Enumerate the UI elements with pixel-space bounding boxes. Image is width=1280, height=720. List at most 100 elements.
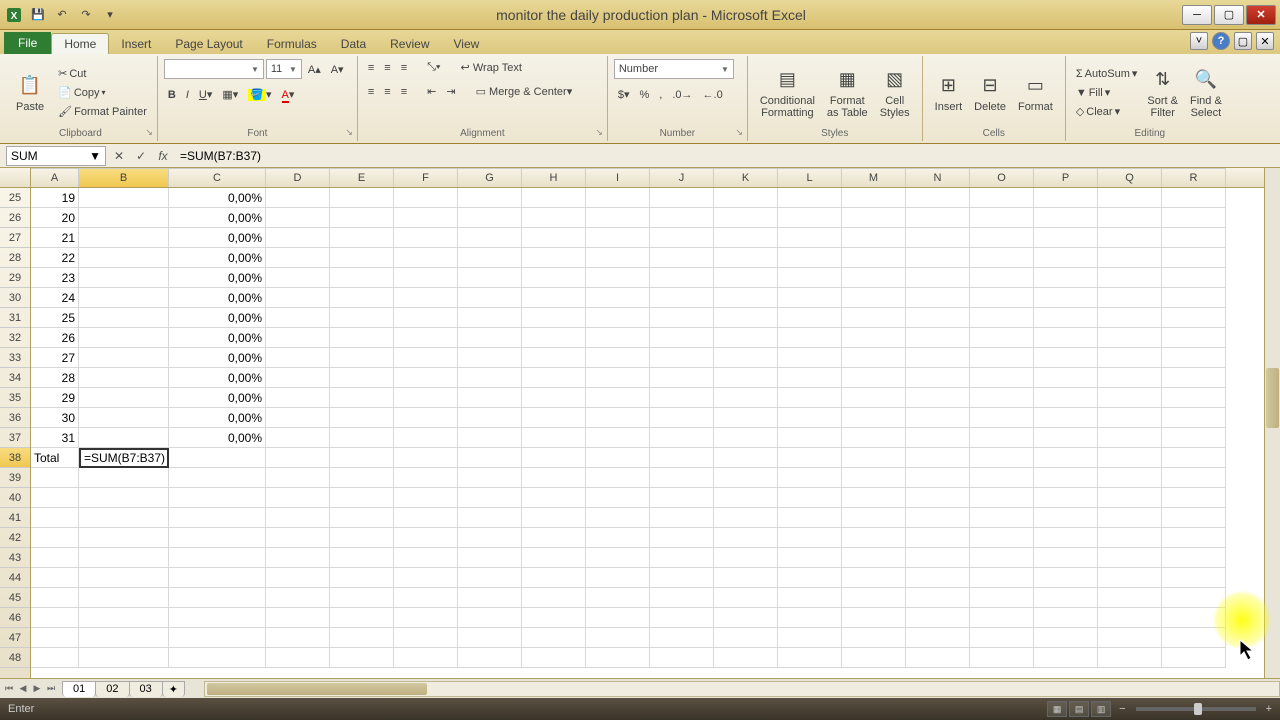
cell[interactable] — [970, 228, 1034, 248]
cell[interactable] — [842, 488, 906, 508]
align-top-button[interactable]: ≡ — [364, 60, 378, 76]
zoom-out-button[interactable]: − — [1119, 703, 1125, 715]
cell[interactable] — [522, 288, 586, 308]
cell[interactable] — [842, 368, 906, 388]
cell[interactable] — [714, 368, 778, 388]
cells-area[interactable]: 190,00%200,00%210,00%220,00%230,00%240,0… — [31, 188, 1264, 678]
cell[interactable] — [1162, 388, 1226, 408]
cell[interactable] — [330, 348, 394, 368]
cell[interactable] — [394, 208, 458, 228]
cell[interactable] — [522, 348, 586, 368]
cell[interactable] — [1034, 268, 1098, 288]
cell[interactable] — [1034, 508, 1098, 528]
cell[interactable] — [330, 328, 394, 348]
col-header-E[interactable]: E — [330, 168, 394, 187]
row-header-39[interactable]: 39 — [0, 468, 30, 488]
cell[interactable] — [79, 428, 169, 448]
cell[interactable] — [650, 248, 714, 268]
cell[interactable] — [394, 488, 458, 508]
new-sheet-button[interactable]: ✦ — [162, 681, 185, 697]
cell[interactable] — [1098, 208, 1162, 228]
tab-formulas[interactable]: Formulas — [255, 34, 329, 54]
cell[interactable] — [586, 368, 650, 388]
cell[interactable] — [778, 468, 842, 488]
paste-button[interactable]: 📋 Paste — [10, 71, 50, 115]
normal-view-button[interactable]: ▦ — [1047, 701, 1067, 717]
cell[interactable] — [79, 568, 169, 588]
cell[interactable] — [714, 588, 778, 608]
cell[interactable]: =SUM(B7:B37) — [79, 448, 169, 468]
cell[interactable]: 31 — [31, 428, 79, 448]
col-header-L[interactable]: L — [778, 168, 842, 187]
row-header-31[interactable]: 31 — [0, 308, 30, 328]
cell[interactable] — [394, 268, 458, 288]
cell[interactable] — [1162, 268, 1226, 288]
align-center-button[interactable]: ≡ — [380, 84, 394, 100]
cell[interactable] — [970, 468, 1034, 488]
cell[interactable] — [169, 608, 266, 628]
cell[interactable] — [842, 248, 906, 268]
cell[interactable] — [79, 648, 169, 668]
cell[interactable] — [394, 528, 458, 548]
cell[interactable] — [970, 188, 1034, 208]
cell[interactable] — [1098, 548, 1162, 568]
cell[interactable] — [169, 548, 266, 568]
cell[interactable] — [1034, 328, 1098, 348]
cell[interactable] — [970, 248, 1034, 268]
cell[interactable] — [330, 548, 394, 568]
tab-insert[interactable]: Insert — [109, 34, 163, 54]
cell[interactable] — [906, 268, 970, 288]
cell[interactable] — [458, 428, 522, 448]
cell[interactable] — [842, 208, 906, 228]
minimize-button[interactable]: ─ — [1182, 5, 1212, 25]
cell[interactable] — [650, 428, 714, 448]
cell[interactable] — [266, 188, 330, 208]
cell[interactable] — [714, 468, 778, 488]
fill-button[interactable]: ▼ Fill ▾ — [1072, 84, 1142, 101]
sheet-nav-last[interactable]: ⏭ — [44, 681, 58, 697]
cell[interactable] — [169, 468, 266, 488]
cell[interactable] — [266, 488, 330, 508]
cell[interactable] — [394, 448, 458, 468]
col-header-M[interactable]: M — [842, 168, 906, 187]
cell[interactable] — [906, 228, 970, 248]
row-header-34[interactable]: 34 — [0, 368, 30, 388]
cell[interactable] — [778, 628, 842, 648]
cell[interactable] — [1034, 488, 1098, 508]
sheet-tab-01[interactable]: 01 — [62, 681, 96, 697]
cell[interactable] — [1098, 448, 1162, 468]
cell[interactable]: 0,00% — [169, 408, 266, 428]
sheet-nav-prev[interactable]: ◀ — [16, 681, 30, 697]
underline-button[interactable]: U▾ — [195, 86, 216, 103]
cell[interactable] — [778, 308, 842, 328]
doc-close-button[interactable]: ✕ — [1256, 32, 1274, 50]
percent-button[interactable]: % — [636, 87, 654, 103]
cell[interactable] — [650, 228, 714, 248]
cell[interactable] — [169, 648, 266, 668]
cell[interactable] — [970, 488, 1034, 508]
undo-icon[interactable]: ↶ — [52, 5, 72, 25]
cell[interactable] — [522, 448, 586, 468]
cell[interactable] — [394, 648, 458, 668]
cell[interactable] — [79, 248, 169, 268]
cell[interactable] — [714, 528, 778, 548]
page-layout-view-button[interactable]: ▤ — [1069, 701, 1089, 717]
cell[interactable] — [79, 308, 169, 328]
cell[interactable] — [778, 328, 842, 348]
cell[interactable] — [1034, 408, 1098, 428]
cell[interactable] — [79, 388, 169, 408]
cell[interactable] — [522, 628, 586, 648]
shrink-font-button[interactable]: A▾ — [327, 61, 348, 78]
cell[interactable] — [778, 268, 842, 288]
cell[interactable] — [522, 608, 586, 628]
cell[interactable] — [586, 528, 650, 548]
cell[interactable] — [970, 588, 1034, 608]
cell[interactable] — [906, 328, 970, 348]
cell[interactable] — [906, 428, 970, 448]
cell[interactable] — [650, 448, 714, 468]
cell[interactable] — [650, 268, 714, 288]
col-header-O[interactable]: O — [970, 168, 1034, 187]
cell[interactable] — [714, 628, 778, 648]
cell[interactable] — [330, 448, 394, 468]
cell[interactable] — [1162, 248, 1226, 268]
